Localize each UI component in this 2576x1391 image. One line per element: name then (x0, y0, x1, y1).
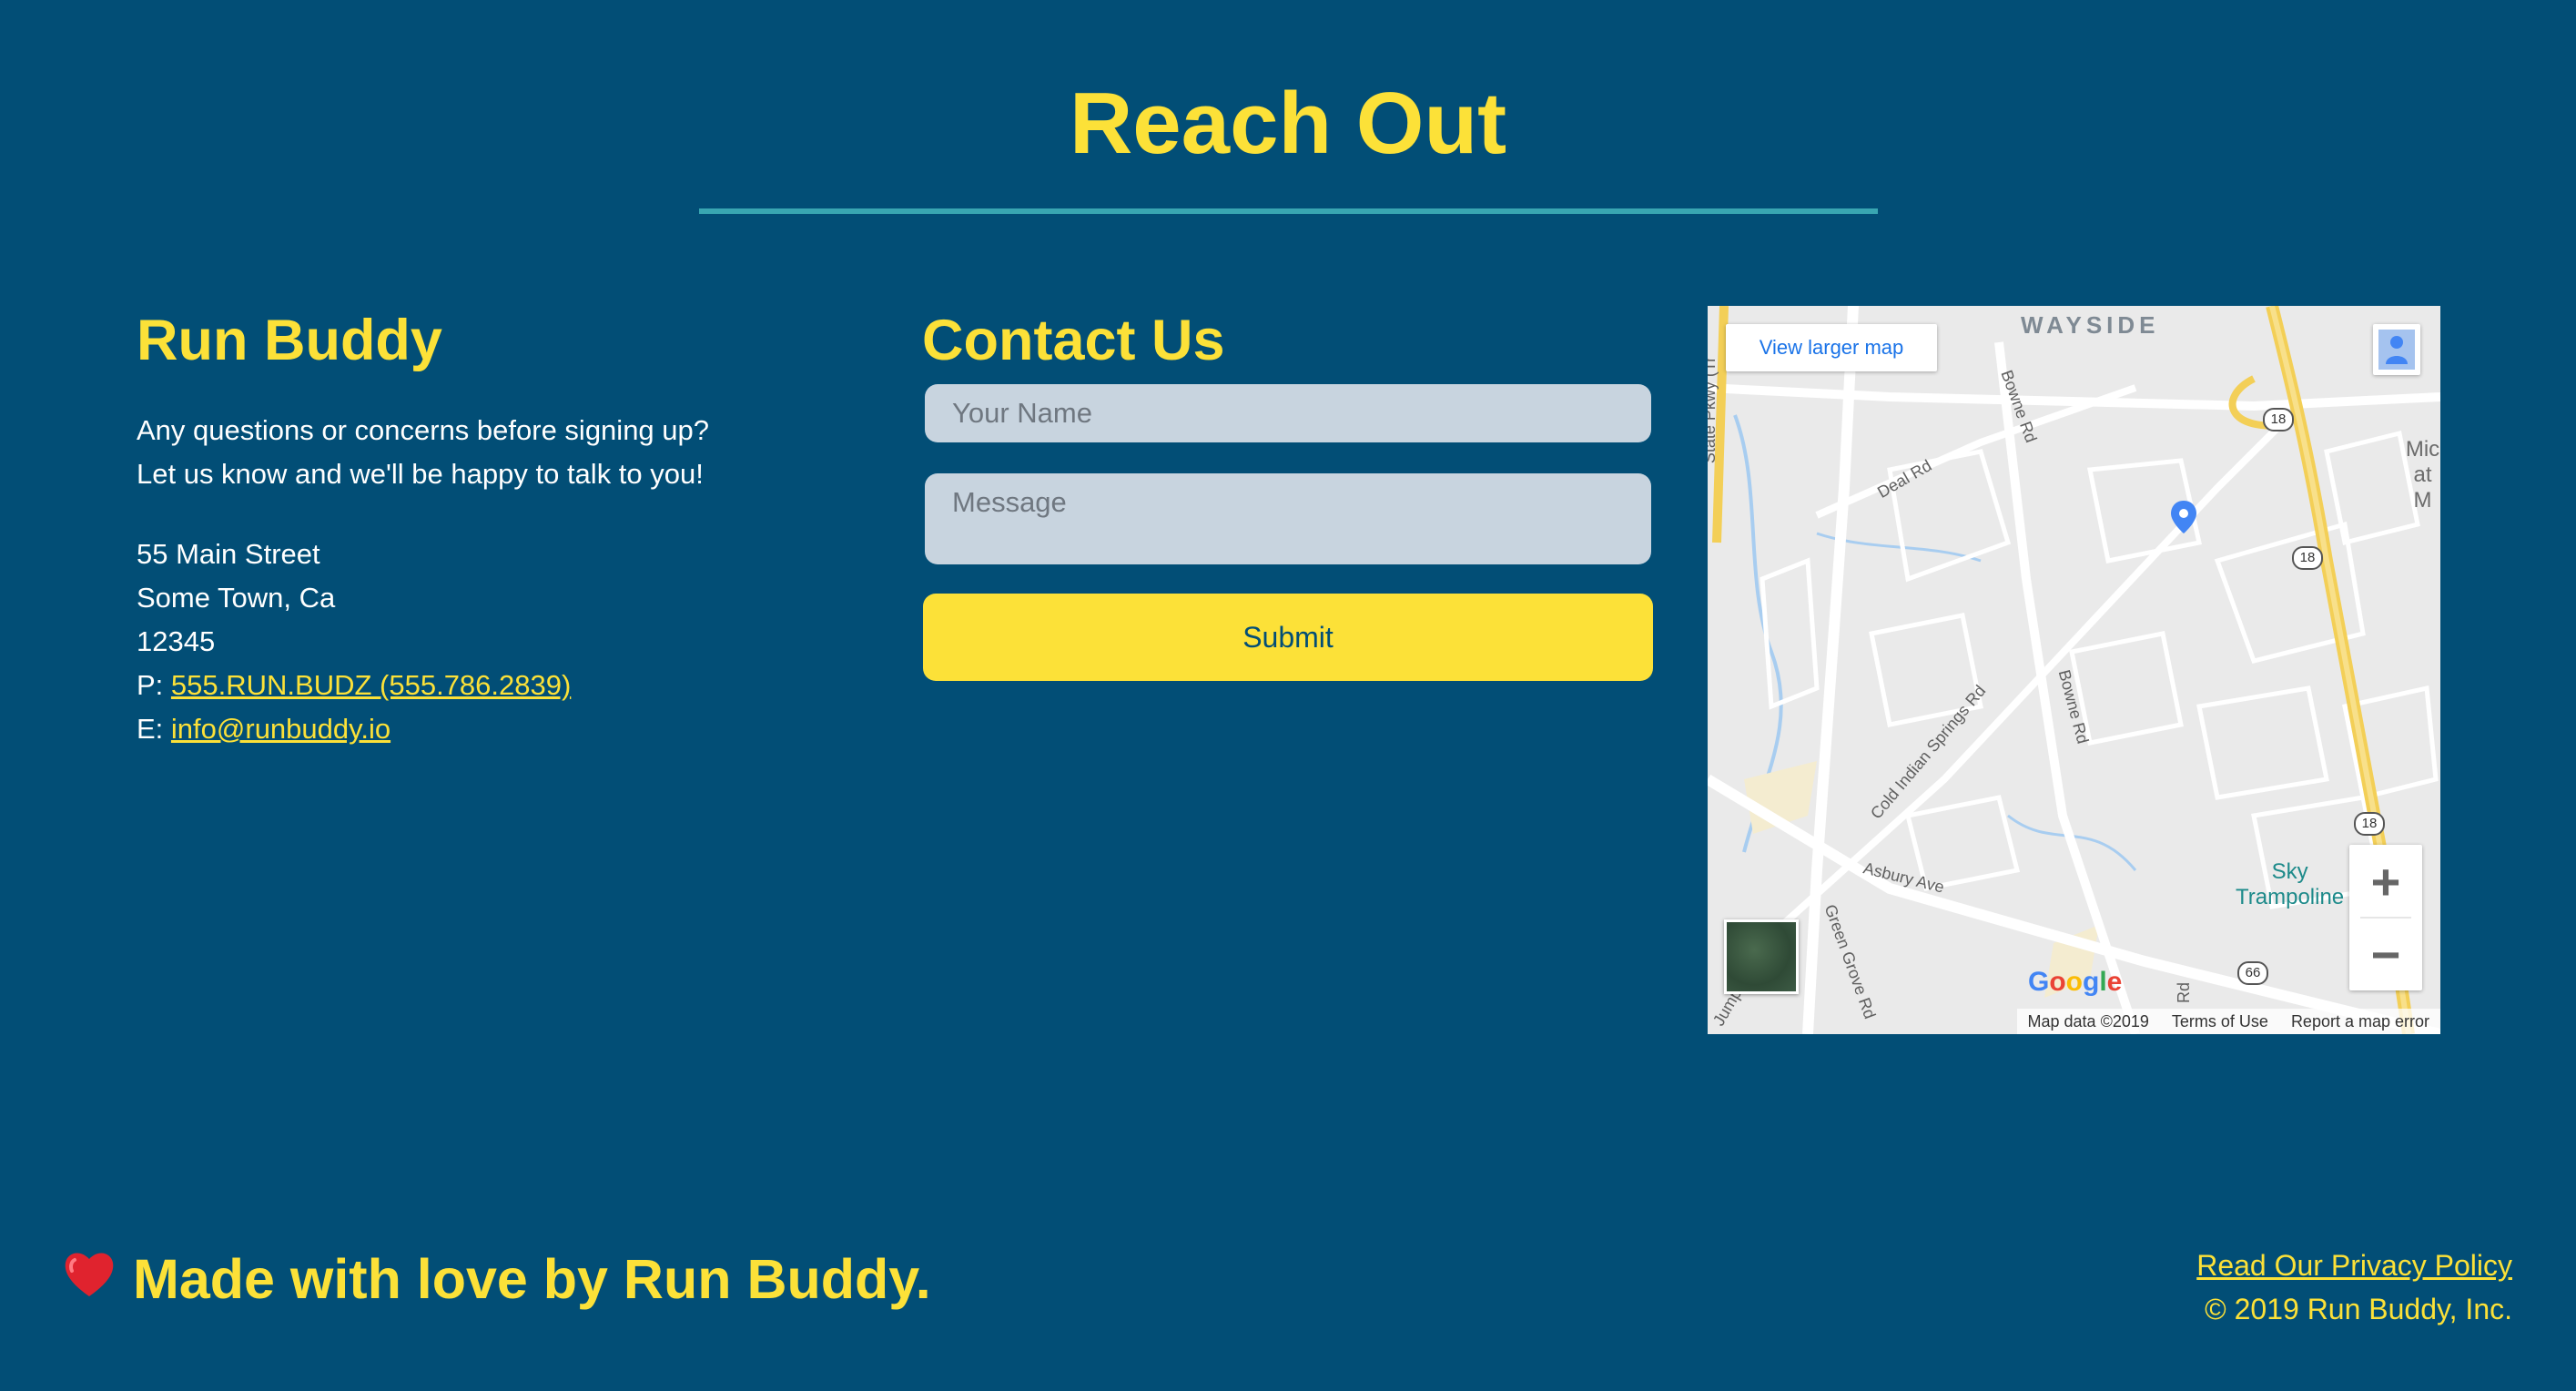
route-shield: 18 (2263, 408, 2294, 432)
phone-prefix: P: (137, 669, 164, 701)
edge-line-2: at M (2413, 462, 2432, 513)
address-block: 55 Main Street Some Town, Ca 12345 P: 55… (137, 533, 571, 751)
about-intro: Any questions or concerns before signing… (137, 409, 709, 496)
satellite-toggle[interactable] (1724, 919, 1799, 994)
map-embed[interactable]: WAYSIDE Deal Rd Bowne Rd Bowne Rd Cold I… (1708, 306, 2440, 1034)
poi-line-1: Sky (2271, 859, 2308, 884)
email-prefix: E: (137, 713, 164, 745)
heart-icon (65, 1253, 114, 1296)
map-poi-label: Sky Trampoline (2236, 859, 2344, 910)
terms-link[interactable]: Terms of Use (2172, 1012, 2268, 1031)
edge-line-1: Mic (2405, 437, 2440, 462)
map-footer: Map data ©2019 Terms of Use Report a map… (2016, 1009, 2440, 1034)
email-row: E: info@runbuddy.io (137, 707, 571, 751)
phone-row: P: 555.RUN.BUDZ (555.786.2839) (137, 664, 571, 707)
copyright-text: © 2019 Run Buddy, Inc. (2205, 1293, 2512, 1325)
email-link[interactable]: info@runbuddy.io (171, 713, 390, 745)
section-title: Reach Out (1069, 75, 1507, 172)
google-logo: Google (2028, 967, 2123, 997)
footer-tagline: Made with love by Run Buddy. (133, 1248, 931, 1310)
view-larger-map-link[interactable]: View larger map (1726, 324, 1937, 371)
intro-line-2: Let us know and we'll be happy to talk t… (137, 458, 704, 490)
submit-button[interactable]: Submit (923, 594, 1653, 681)
route-shield: 18 (2354, 812, 2385, 836)
name-input[interactable] (925, 384, 1651, 442)
privacy-policy-link[interactable]: Read Our Privacy Policy (2196, 1249, 2512, 1282)
poi-line-2: Trampoline (2236, 885, 2345, 909)
address-zip: 12345 (137, 625, 216, 657)
pegman-icon (2378, 330, 2415, 370)
street-view-icon[interactable] (2373, 324, 2420, 375)
zoom-in-button[interactable]: + (2349, 845, 2422, 918)
map-edge-label: Mic at M (2405, 437, 2440, 513)
route-shield: 18 (2292, 546, 2323, 570)
address-street: 55 Main Street (137, 538, 320, 570)
map-streets (1708, 306, 2440, 1034)
contact-heading: Contact Us (922, 309, 1225, 372)
page: Reach Out Run Buddy Any questions or con… (0, 0, 2576, 1391)
map-area-label: WAYSIDE (2021, 311, 2160, 339)
intro-line-1: Any questions or concerns before signing… (137, 414, 710, 446)
zoom-controls: + − (2349, 845, 2422, 990)
footer-legal: Read Our Privacy Policy © 2019 Run Buddy… (2196, 1244, 2512, 1331)
map-street-label: Rd (2175, 981, 2194, 1004)
zoom-out-button[interactable]: − (2349, 918, 2422, 990)
about-heading: Run Buddy (137, 309, 442, 372)
map-data-text: Map data ©2019 (2027, 1012, 2149, 1031)
phone-link[interactable]: 555.RUN.BUDZ (555.786.2839) (171, 669, 571, 701)
title-divider (699, 208, 1878, 214)
message-input[interactable] (925, 473, 1651, 564)
map-street-label: State Pkwy (Tr (1708, 356, 1719, 464)
route-shield: 66 (2237, 961, 2268, 985)
report-error-link[interactable]: Report a map error (2291, 1012, 2429, 1031)
address-city: Some Town, Ca (137, 582, 336, 614)
